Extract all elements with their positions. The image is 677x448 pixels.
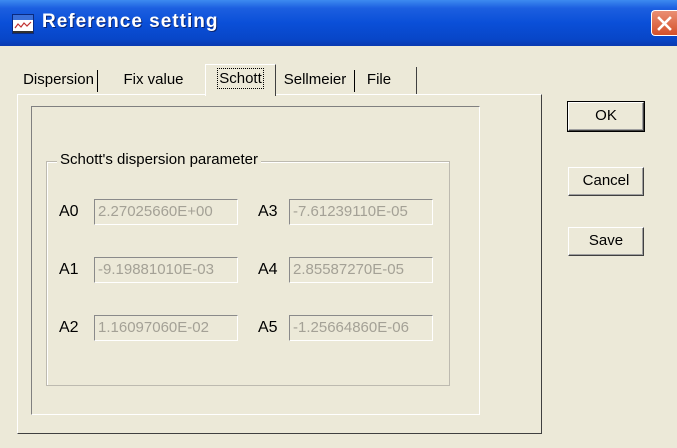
close-icon: [657, 16, 672, 31]
tab-fix-value[interactable]: Fix value: [101, 68, 206, 94]
window-title: Reference setting: [42, 11, 219, 32]
tab-schott[interactable]: Schott: [205, 64, 276, 96]
tab-panel-schott: Schott's dispersion parameter A0 2.27025…: [17, 94, 542, 434]
tab-separator: [354, 70, 355, 92]
close-button[interactable]: [651, 10, 677, 36]
param-field-a3[interactable]: -7.61239110E-05: [289, 199, 433, 225]
tab-dispersion[interactable]: Dispersion: [20, 68, 97, 94]
schott-parameter-group: Schott's dispersion parameter A0 2.27025…: [46, 151, 450, 386]
param-label-a2: A2: [59, 319, 79, 336]
param-field-a5[interactable]: -1.25664860E-06: [289, 315, 433, 341]
cancel-button[interactable]: Cancel: [568, 167, 644, 196]
param-field-a4[interactable]: 2.85587270E-05: [289, 257, 433, 283]
chart-window-icon[interactable]: [12, 14, 34, 34]
param-field-a1[interactable]: -9.19881010E-03: [94, 257, 238, 283]
title-bar[interactable]: Reference setting: [0, 0, 677, 46]
inner-panel: Schott's dispersion parameter A0 2.27025…: [31, 106, 480, 415]
tab-separator: [97, 70, 98, 92]
tab-file[interactable]: File: [359, 68, 399, 94]
tab-strip-edge: [416, 67, 417, 95]
param-label-a0: A0: [59, 203, 79, 220]
tab-sellmeier[interactable]: Sellmeier: [277, 68, 353, 94]
param-label-a5: A5: [258, 319, 278, 336]
param-field-a2[interactable]: 1.16097060E-02: [94, 315, 238, 341]
group-title: Schott's dispersion parameter: [57, 151, 261, 168]
ok-button[interactable]: OK: [567, 101, 645, 132]
save-button[interactable]: Save: [568, 227, 644, 256]
dialog-body: Dispersion Fix value Schott Sellmeier Fi…: [0, 46, 677, 448]
param-field-a0[interactable]: 2.27025660E+00: [94, 199, 238, 225]
param-label-a4: A4: [258, 261, 278, 278]
param-label-a3: A3: [258, 203, 278, 220]
param-label-a1: A1: [59, 261, 79, 278]
